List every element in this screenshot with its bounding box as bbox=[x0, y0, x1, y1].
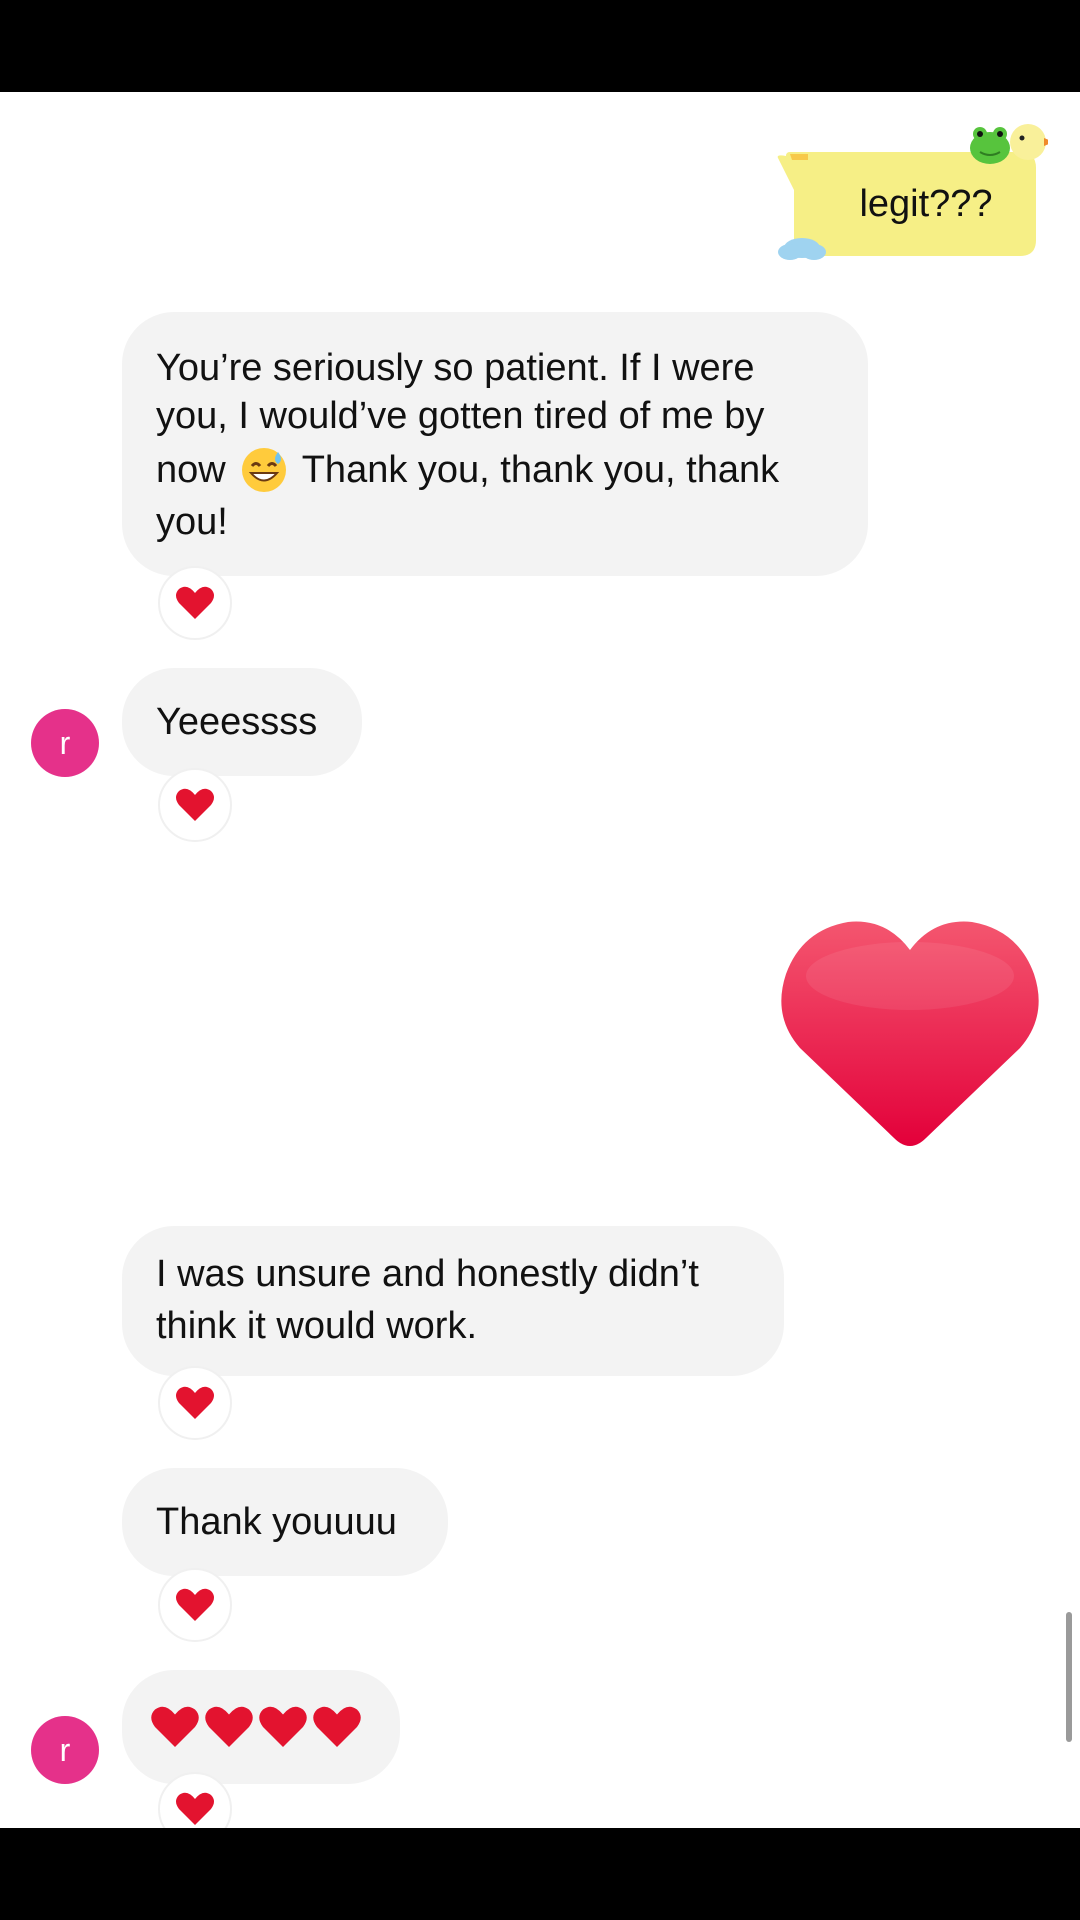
received-message-unsure[interactable]: I was unsure and honestly didn’t think i… bbox=[122, 1226, 784, 1376]
avatar[interactable]: r bbox=[31, 709, 99, 777]
bottom-black-bar bbox=[0, 1828, 1080, 1920]
message-line-part: now bbox=[156, 449, 226, 491]
message-line-with-emoji: now Thank you, thank you, thank bbox=[156, 442, 834, 498]
heart-icon bbox=[176, 586, 214, 619]
sent-big-heart[interactable] bbox=[776, 916, 1044, 1152]
sent-message-legit[interactable]: legit??? bbox=[768, 118, 1054, 268]
heart-icon bbox=[151, 1706, 199, 1747]
heart-icon bbox=[205, 1706, 253, 1747]
message-text: Yeeessss bbox=[156, 701, 318, 743]
message-line: think it would work. bbox=[156, 1305, 478, 1347]
reaction-badge[interactable] bbox=[158, 566, 232, 640]
received-message-thank-you[interactable]: Thank youuuu bbox=[122, 1468, 448, 1576]
big-heart-icon bbox=[781, 921, 1039, 1146]
avatar-initial: r bbox=[59, 724, 71, 761]
message-line: You’re seriously so patient. If I were bbox=[156, 347, 755, 389]
message-line-part: Thank you, thank you, thank bbox=[301, 449, 780, 491]
message-line: I was unsure and honestly didn’t bbox=[156, 1253, 699, 1295]
message-text: Thank youuuu bbox=[156, 1501, 397, 1543]
received-message-hearts[interactable] bbox=[122, 1670, 400, 1784]
heart-icon bbox=[259, 1706, 307, 1747]
reaction-badge[interactable] bbox=[158, 768, 232, 842]
top-black-bar bbox=[0, 0, 1080, 92]
reaction-badge[interactable] bbox=[158, 1366, 232, 1440]
sent-message-text: legit??? bbox=[859, 183, 993, 225]
message-line: you, I would’ve gotten tired of me by bbox=[156, 395, 765, 437]
sweat-smile-emoji bbox=[241, 448, 286, 492]
avatar[interactable]: r bbox=[31, 1716, 99, 1784]
scrollbar[interactable] bbox=[1066, 1612, 1072, 1742]
heart-icon bbox=[313, 1706, 361, 1747]
message-line: you! bbox=[156, 501, 228, 543]
avatar-initial: r bbox=[59, 1731, 71, 1768]
heart-icon bbox=[176, 1792, 214, 1825]
heart-icon bbox=[176, 788, 214, 821]
received-message-patient[interactable]: You’re seriously so patient. If I were y… bbox=[122, 312, 868, 576]
heart-icon bbox=[176, 1588, 214, 1621]
reaction-badge[interactable] bbox=[158, 1568, 232, 1642]
heart-icon bbox=[176, 1386, 214, 1419]
received-message-yeeessss[interactable]: Yeeessss bbox=[122, 668, 362, 776]
